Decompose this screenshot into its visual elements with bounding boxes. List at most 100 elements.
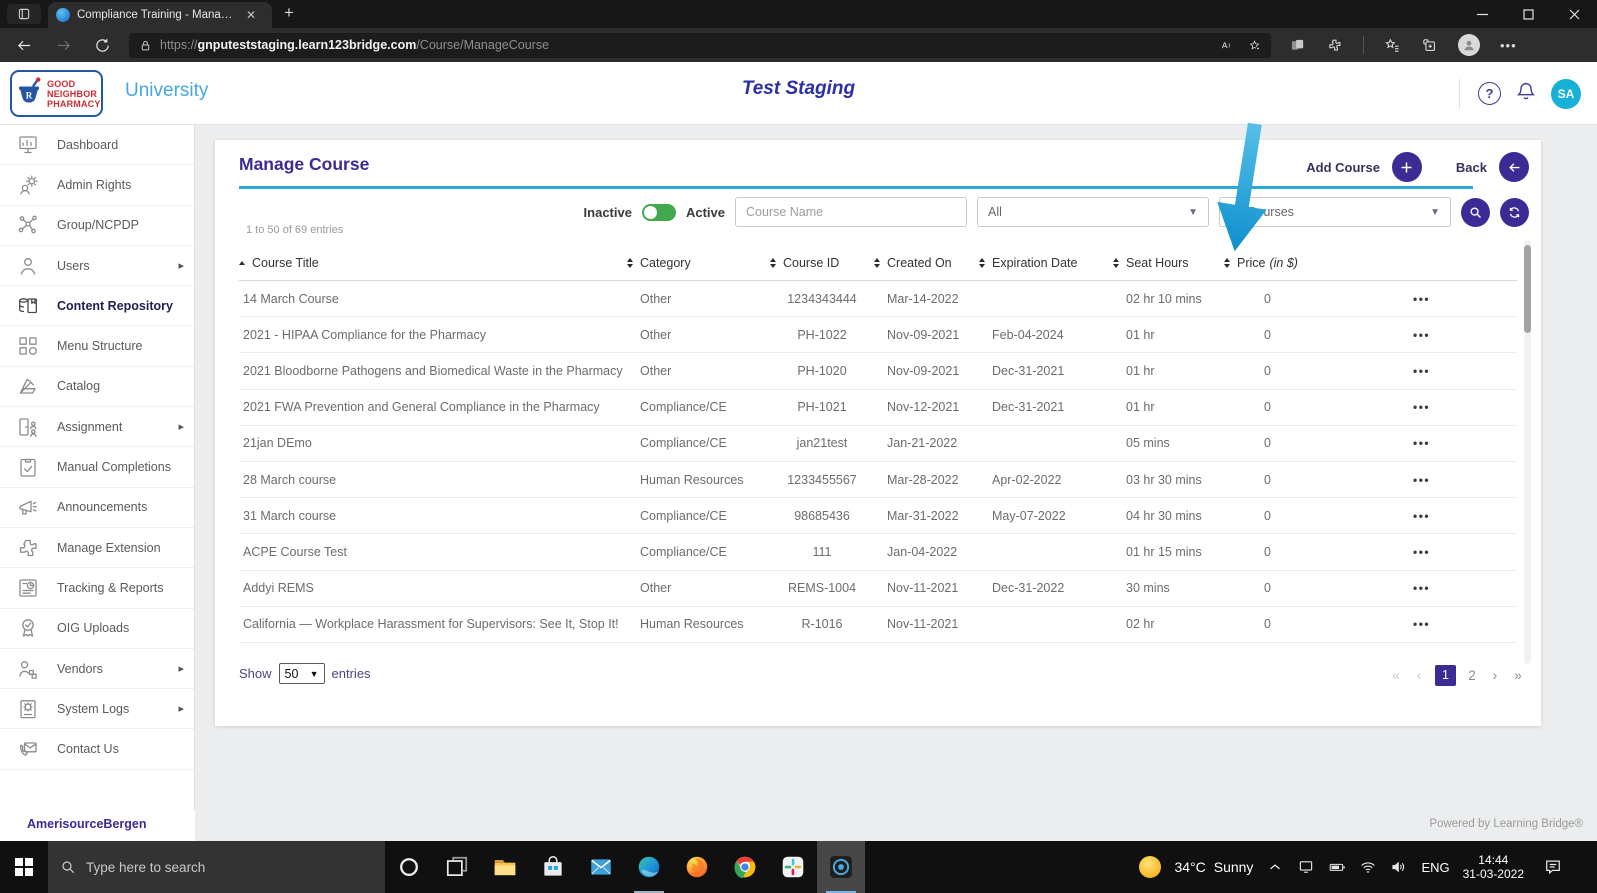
created-on-cell: Jan-21-2022 [887,436,958,451]
pagination-page-2[interactable]: 2 [1465,668,1479,683]
sidebar-item-catalog[interactable]: Catalog [0,367,194,408]
browser-tab[interactable]: Compliance Training - Manage C ✕ [48,2,272,28]
category-filter-select[interactable]: All ▼ [977,197,1209,227]
collections-icon[interactable] [1421,37,1438,54]
add-course-button[interactable] [1391,152,1422,182]
sidebar-item-manage-extension[interactable]: Manage Extension [0,528,194,569]
pagination-nav-icon[interactable]: ‹ [1412,668,1426,683]
cortana-icon[interactable] [385,841,433,893]
row-actions-icon[interactable]: ••• [1413,581,1430,595]
browser-profile-avatar[interactable] [1458,34,1480,56]
action-center-icon[interactable] [1537,857,1569,877]
language-indicator[interactable]: ENG [1421,860,1449,875]
row-actions-icon[interactable]: ••• [1413,509,1430,523]
help-icon[interactable]: ? [1478,82,1501,105]
microsoft-store-icon[interactable] [529,841,577,893]
page-size-select[interactable]: 50 ▼ [278,663,325,684]
firefox-icon[interactable] [673,841,721,893]
pagination-nav-icon[interactable]: » [1511,668,1525,683]
split-screen-icon[interactable] [1289,37,1306,54]
browser-menu-icon[interactable]: ••• [1500,38,1517,53]
sidebar-item-users[interactable]: Users ▸ [0,246,194,287]
new-tab-icon[interactable]: + [272,0,306,28]
taskbar-search[interactable] [48,841,385,893]
row-actions-icon[interactable]: ••• [1413,292,1430,306]
row-actions-icon[interactable]: ••• [1413,617,1430,631]
sidebar-item-admin-rights[interactable]: Admin Rights [0,165,194,206]
extensions-icon[interactable] [1326,37,1343,54]
taskbar-clock[interactable]: 14:44 31-03-2022 [1463,853,1524,881]
wifi-icon[interactable] [1359,858,1377,876]
task-view-icon[interactable] [433,841,481,893]
taskbar-search-input[interactable] [86,859,373,875]
sidebar-item-announcements[interactable]: Announcements [0,488,194,528]
sidebar-item-vendors[interactable]: Vendors ▸ [0,649,194,690]
sidebar-item-assignment[interactable]: Assignment ▸ [0,407,194,448]
maximize-icon[interactable] [1505,0,1551,28]
sidebar-item-manual-completions[interactable]: Manual Completions [0,447,194,488]
course-name-input[interactable] [735,197,967,227]
reset-filters-button[interactable] [1500,197,1529,227]
course-filter-select[interactable]: All Courses ▼ [1219,197,1451,227]
start-button-icon[interactable] [0,841,48,893]
row-actions-icon[interactable]: ••• [1413,364,1430,378]
row-actions-icon[interactable]: ••• [1413,473,1430,487]
close-window-icon[interactable] [1551,0,1597,28]
favorites-icon[interactable] [1384,37,1401,54]
row-actions-icon[interactable]: ••• [1413,436,1430,450]
column-header-course-id[interactable]: Course ID [770,256,874,270]
course-id-cell: R-1016 [801,617,843,632]
file-explorer-icon[interactable] [481,841,529,893]
weather-sun-icon[interactable] [1139,856,1162,878]
phone-link-icon[interactable] [1297,858,1315,876]
notifications-bell-icon[interactable] [1515,79,1537,108]
sidebar-item-menu-structure[interactable]: Menu Structure [0,326,194,367]
sidebar-item-oig-uploads[interactable]: OIG Uploads [0,609,194,649]
pagination-page-1[interactable]: 1 [1435,665,1456,686]
volume-icon[interactable] [1390,858,1408,876]
refresh-icon[interactable] [87,32,117,58]
chevron-up-icon[interactable] [1266,858,1284,876]
mail-icon[interactable] [577,841,625,893]
slack-icon[interactable] [769,841,817,893]
tab-close-icon[interactable]: ✕ [244,8,258,22]
tab-actions-icon[interactable] [7,4,41,24]
search-button[interactable] [1461,197,1490,227]
minimize-icon[interactable] [1459,0,1505,28]
price-cell: 0 [1264,327,1271,342]
sidebar-item-content-repository[interactable]: Content Repository [0,286,194,327]
back-button[interactable] [1499,152,1529,182]
chrome-icon[interactable] [721,841,769,893]
row-actions-icon[interactable]: ••• [1413,400,1430,414]
user-avatar[interactable]: SA [1551,78,1581,109]
weather-temp[interactable]: 34°C [1174,859,1205,875]
edge-icon[interactable] [625,841,673,893]
pagination-nav-icon[interactable]: « [1389,668,1403,683]
table-scrollbar-thumb[interactable] [1524,245,1531,333]
table-scrollbar[interactable] [1524,240,1531,664]
sidebar-item-contact-us[interactable]: Contact Us [0,729,194,770]
column-header-course-title[interactable]: Course Title [239,256,627,270]
column-header-expiration-date[interactable]: Expiration Date [979,256,1113,270]
column-header-category[interactable]: Category [627,256,770,270]
forward-icon[interactable] [48,32,78,58]
column-header-created-on[interactable]: Created On [874,256,979,270]
column-header-seat-hours[interactable]: Seat Hours [1113,256,1224,270]
sidebar-item-group-ncpdp[interactable]: Group/NCPDP [0,206,194,246]
read-aloud-icon[interactable] [1219,39,1232,52]
sort-asc-icon [239,260,245,265]
address-bar[interactable]: https://gnputeststaging.learn123bridge.c… [129,32,1271,58]
column-header-price[interactable]: Price (in $) [1224,256,1355,270]
sidebar-item-tracking-reports[interactable]: Tracking & Reports [0,568,194,609]
active-toggle[interactable] [641,203,676,221]
row-actions-icon[interactable]: ••• [1413,545,1430,559]
back-icon[interactable] [9,32,39,58]
weather-desc[interactable]: Sunny [1214,859,1254,875]
sidebar-item-system-logs[interactable]: System Logs ▸ [0,689,194,730]
row-actions-icon[interactable]: ••• [1413,328,1430,342]
battery-icon[interactable] [1328,858,1346,876]
sidebar-item-dashboard[interactable]: Dashboard [0,125,194,166]
favorite-add-icon[interactable] [1248,39,1261,52]
screen-recorder-icon[interactable] [817,841,865,893]
pagination-nav-icon[interactable]: › [1488,668,1502,683]
